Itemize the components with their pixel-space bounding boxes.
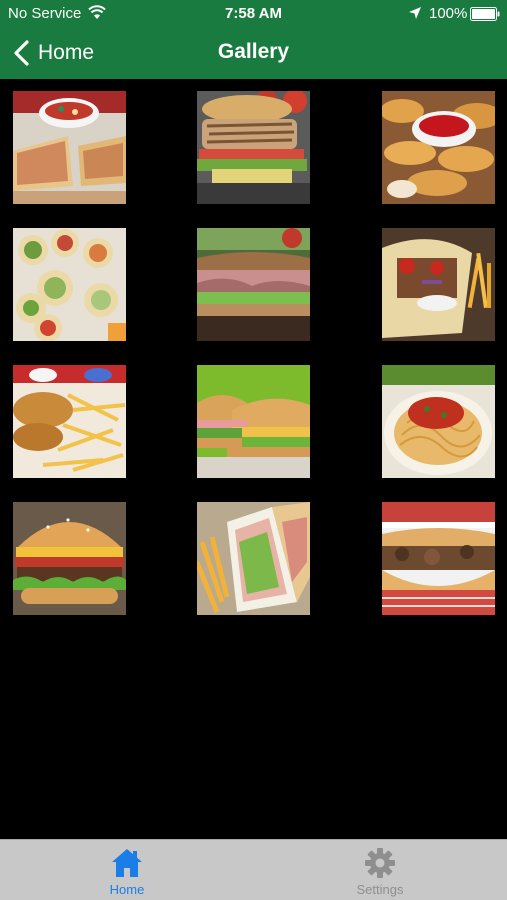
chevron-left-icon [14, 40, 29, 66]
gallery-item-fried-fish-fries[interactable] [13, 365, 126, 478]
tab-home[interactable]: Home [57, 840, 197, 900]
gallery-item-gyro-fries[interactable] [382, 228, 495, 341]
top-bar: No Service 7:58 AM 100% Home Gallery [0, 0, 507, 79]
location-arrow-icon [408, 6, 422, 20]
grilled-chicken-sandwich-image [197, 91, 310, 204]
gallery-item-ham-sandwich[interactable] [197, 228, 310, 341]
gallery-item-cheeseburger[interactable] [13, 502, 126, 615]
gallery-item-sub-sandwiches[interactable] [197, 365, 310, 478]
tab-home-label: Home [109, 882, 145, 897]
ham-sandwich-image [197, 228, 310, 341]
gallery-grid [0, 79, 507, 839]
gallery-item-club-sandwich-fries[interactable] [197, 502, 310, 615]
spaghetti-image [382, 365, 495, 478]
gallery-item-cheesesteak-sub[interactable] [382, 502, 495, 615]
cheeseburger-image [13, 502, 126, 615]
gallery-item-wraps-platter[interactable] [13, 228, 126, 341]
wraps-platter-image [13, 228, 126, 341]
fried-fish-fries-image [13, 365, 126, 478]
gyro-fries-image [382, 228, 495, 341]
back-button[interactable]: Home [12, 38, 94, 68]
home-icon [112, 849, 142, 877]
back-button-label: Home [38, 41, 95, 64]
tab-settings[interactable]: Settings [310, 840, 450, 900]
navigation-bar: Home Gallery [0, 28, 507, 79]
battery-percent: 100% [429, 5, 468, 22]
club-sandwich-fries-image [197, 502, 310, 615]
gallery-item-spaghetti[interactable] [382, 365, 495, 478]
tab-bar: Home Settings [0, 839, 507, 900]
gallery-item-quesadilla-salsa[interactable] [13, 91, 126, 204]
gallery-item-chicken-tenders-ketchup[interactable] [382, 91, 495, 204]
chicken-tenders-ketchup-image [382, 91, 495, 204]
cheesesteak-sub-image [382, 502, 495, 615]
quesadilla-salsa-image [13, 91, 126, 204]
sub-sandwiches-image [197, 365, 310, 478]
tab-settings-label: Settings [356, 882, 404, 897]
gallery-item-grilled-chicken-sandwich[interactable] [197, 91, 310, 204]
status-bar: No Service 7:58 AM 100% [0, 0, 507, 28]
battery-icon [470, 7, 500, 21]
gear-icon [365, 848, 395, 878]
